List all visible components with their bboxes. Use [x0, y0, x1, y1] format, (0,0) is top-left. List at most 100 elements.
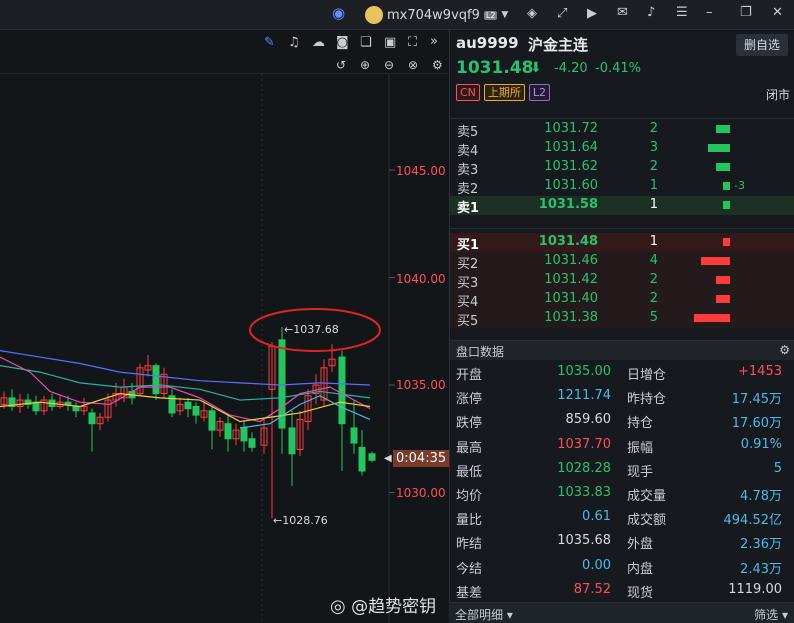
- settings-icon[interactable]: ⚙: [432, 58, 443, 72]
- moving-average-line: [0, 350, 371, 386]
- close-icon[interactable]: ✕: [772, 6, 783, 20]
- stat-value: 1037.70: [557, 436, 611, 452]
- candle-body: [208, 410, 216, 431]
- level-price: 1031.64: [544, 140, 598, 155]
- level-volume: 2: [649, 291, 658, 306]
- stat-value: 1028.28: [557, 460, 611, 476]
- kline-chart[interactable]: ✎ ♫ ☁ ◙ ❏ ▣ ⛶ » ↺ ⊕ ⊖ ⊗ ⚙ 1045.00 1040.0…: [0, 30, 450, 623]
- undo-icon[interactable]: ↺: [336, 58, 346, 72]
- bid-row[interactable]: 买4 1031.40 2: [450, 290, 794, 310]
- settings-icon[interactable]: ⚙: [779, 343, 790, 357]
- stat-row: 量比 0.61: [456, 509, 611, 533]
- camera-icon[interactable]: ◙: [336, 36, 349, 50]
- chevron-down-icon: ▼: [501, 10, 509, 20]
- reset-icon[interactable]: ⊗: [408, 58, 418, 72]
- cloud-icon[interactable]: ☁: [312, 36, 325, 50]
- level-price: 1031.72: [544, 121, 598, 136]
- stat-label: 基差: [456, 585, 483, 601]
- stat-label: 成交额: [627, 513, 667, 529]
- stat-value: 2.43万: [740, 561, 782, 577]
- stat-value: 17.60万: [731, 416, 782, 432]
- candle-body: [288, 427, 296, 455]
- stat-label: 均价: [456, 489, 483, 504]
- avatar: [365, 6, 383, 24]
- user-account[interactable]: mx704w9vqf9 L2 ▼: [365, 4, 508, 26]
- alert-icon[interactable]: ♫: [288, 36, 300, 50]
- stat-label: 涨停: [456, 392, 483, 408]
- layout-icon[interactable]: ▣: [384, 36, 396, 50]
- ask-row[interactable]: 卖5 1031.72 2: [450, 120, 794, 140]
- low-price-label: ←1028.76: [273, 514, 328, 527]
- level-label: 买5: [457, 314, 479, 329]
- level-volume: 2: [649, 159, 658, 174]
- candle-body: [184, 401, 192, 410]
- stat-value: 1211.74: [557, 388, 611, 404]
- level-volume: 1: [649, 178, 658, 193]
- all-details-tab[interactable]: 全部明细 ▾: [455, 606, 513, 623]
- video-icon[interactable]: ▶: [587, 7, 597, 21]
- title-bar: ◉ mx704w9vqf9 L2 ▼ ◈ ⤢ ▶ ✉ ♪ – ❐ ✕ ☰: [0, 0, 794, 30]
- y-tick: 1045.00: [396, 164, 446, 178]
- stat-value: 2.36万: [740, 537, 782, 553]
- minimize-icon[interactable]: –: [706, 6, 713, 20]
- robot-icon[interactable]: ◉: [332, 6, 345, 21]
- divider: [450, 228, 794, 229]
- candle-body: [358, 446, 366, 472]
- ask-row[interactable]: 卖4 1031.64 3: [450, 139, 794, 159]
- bell-icon[interactable]: ♪: [647, 6, 655, 20]
- fullscreen-icon[interactable]: ⛶: [408, 36, 417, 50]
- candle-body: [72, 406, 80, 412]
- layers-icon[interactable]: ◈: [527, 7, 537, 21]
- stat-row: 外盘 2.36万: [627, 533, 782, 557]
- bid-row[interactable]: 买5 1031.38 5: [450, 309, 794, 329]
- stats-panel-header: 盘口数据 ⚙: [450, 340, 794, 360]
- collapse-icon[interactable]: »: [430, 35, 438, 49]
- candle-body: [152, 365, 160, 395]
- watermark: ◎ @趋势密钥: [330, 592, 436, 617]
- level-volume: 5: [649, 310, 658, 325]
- stat-label: 量比: [456, 513, 483, 529]
- ask-row[interactable]: 卖2 1031.60 1 -3: [450, 177, 794, 197]
- level-volume: 1: [649, 234, 658, 249]
- ask-row[interactable]: 卖3 1031.62 2: [450, 158, 794, 178]
- filter-button[interactable]: 筛选 ▾: [754, 606, 788, 623]
- zoom-out-icon[interactable]: ⊖: [384, 58, 394, 72]
- candle-body: [192, 406, 200, 416]
- stat-value: 5: [773, 460, 782, 476]
- level-price: 1031.60: [544, 178, 598, 193]
- bid-row[interactable]: 买1 1031.48 1: [450, 233, 794, 253]
- stat-row: 现手 5: [627, 461, 782, 485]
- stat-row: 成交额 494.52亿: [627, 509, 782, 533]
- price-change-pct: -0.41%: [595, 61, 641, 76]
- restore-icon[interactable]: ❐: [740, 6, 752, 20]
- high-price-label: ←1037.68: [284, 323, 339, 336]
- share-icon[interactable]: ⤢: [557, 7, 567, 21]
- stat-row: 振幅 0.91%: [627, 437, 782, 461]
- bid-row[interactable]: 买2 1031.46 4: [450, 252, 794, 272]
- stat-label: 持仓: [627, 416, 654, 432]
- symbol-tags: CN 上期所 L2: [456, 84, 551, 101]
- volume-bar: [716, 125, 730, 133]
- stat-value: 4.78万: [740, 489, 782, 504]
- price-change: -4.20: [554, 61, 588, 76]
- stats-panel-title: 盘口数据: [456, 345, 505, 359]
- chart-toolbar: ✎ ♫ ☁ ◙ ❏ ▣ ⛶ » ↺ ⊕ ⊖ ⊗ ⚙: [0, 30, 448, 74]
- divider: [450, 118, 794, 119]
- menu-icon[interactable]: ☰: [676, 6, 688, 20]
- weibo-logo-icon: ◎: [330, 596, 346, 617]
- bid-row[interactable]: 买3 1031.42 2: [450, 271, 794, 291]
- volume-bar: [716, 276, 730, 284]
- pencil-icon[interactable]: ✎: [264, 36, 275, 50]
- stat-value: 0.91%: [740, 436, 782, 452]
- copy-icon[interactable]: ❏: [360, 36, 372, 50]
- watermark-text: @趋势密钥: [351, 597, 437, 617]
- last-price: 1031.48: [456, 58, 534, 78]
- mail-icon[interactable]: ✉: [617, 6, 628, 20]
- remove-watchlist-button[interactable]: 删自选: [736, 34, 788, 56]
- candle-body: [64, 401, 72, 405]
- candle-body: [368, 453, 376, 461]
- zoom-in-icon[interactable]: ⊕: [360, 58, 370, 72]
- stat-row: 开盘 1035.00: [456, 364, 611, 388]
- level-label: 买4: [457, 295, 479, 310]
- ask-row[interactable]: 卖1 1031.58 1: [450, 196, 794, 216]
